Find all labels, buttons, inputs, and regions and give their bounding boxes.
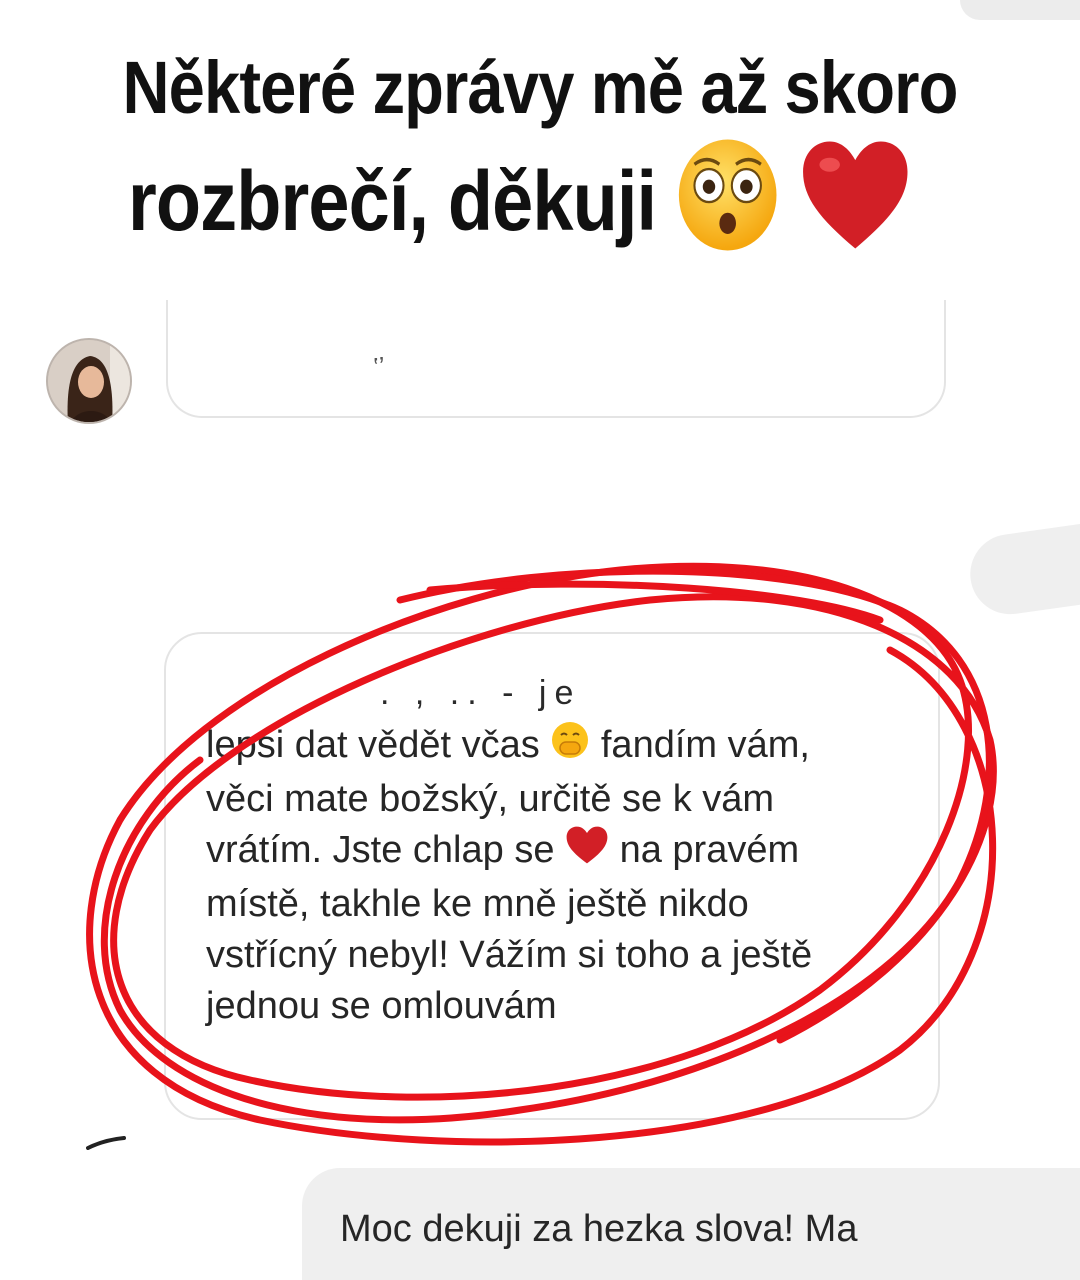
cropped-text-fragment: . , .. - je [380,674,582,712]
sent-message-bubble[interactable]: Moc dekuji za hezka slova! Ma [302,1168,1080,1280]
headline-line-2-text: rozbrečí, děkuji [128,154,657,249]
message-line: jednou se omlouvám [206,985,557,1027]
cropped-bubble-fragment [965,520,1080,620]
avatar[interactable] [46,338,132,424]
red-heart-icon [799,136,912,280]
red-heart-icon [565,825,609,879]
message-line: místě, takhle ke mně ještě nikdo [206,883,749,925]
cropped-bubble-fragment [960,0,1080,20]
flushed-face-icon [676,136,780,280]
avatar-photo [48,340,130,422]
headline-line-2: rozbrečí, děkuji [27,136,1013,280]
message-bubble-cropped: ‛ʼ [166,300,946,418]
message-line: lepsi dat vědět včas fandím vám, [206,720,926,774]
headline: Některé zprávy mě až skoro rozbrečí, děk… [0,40,1080,280]
cropped-text-fragment: ‛ʼ [373,352,385,382]
cropped-mark [86,1136,126,1150]
face-with-hand-over-mouth-icon [550,720,590,774]
received-message-text: lepsi dat vědět včas fandím vám, věci ma… [206,720,926,1032]
message-line: vrátím. Jste chlap se na pravém [206,825,926,879]
message-line: věci mate božský, určitě se k vám [206,778,775,820]
message-line: vstřícný nebyl! Vážím si toho a ještě [206,934,813,976]
sent-message-text: Moc dekuji za hezka slova! Ma [340,1208,858,1250]
headline-line-1: Některé zprávy mě až skoro [122,46,959,129]
